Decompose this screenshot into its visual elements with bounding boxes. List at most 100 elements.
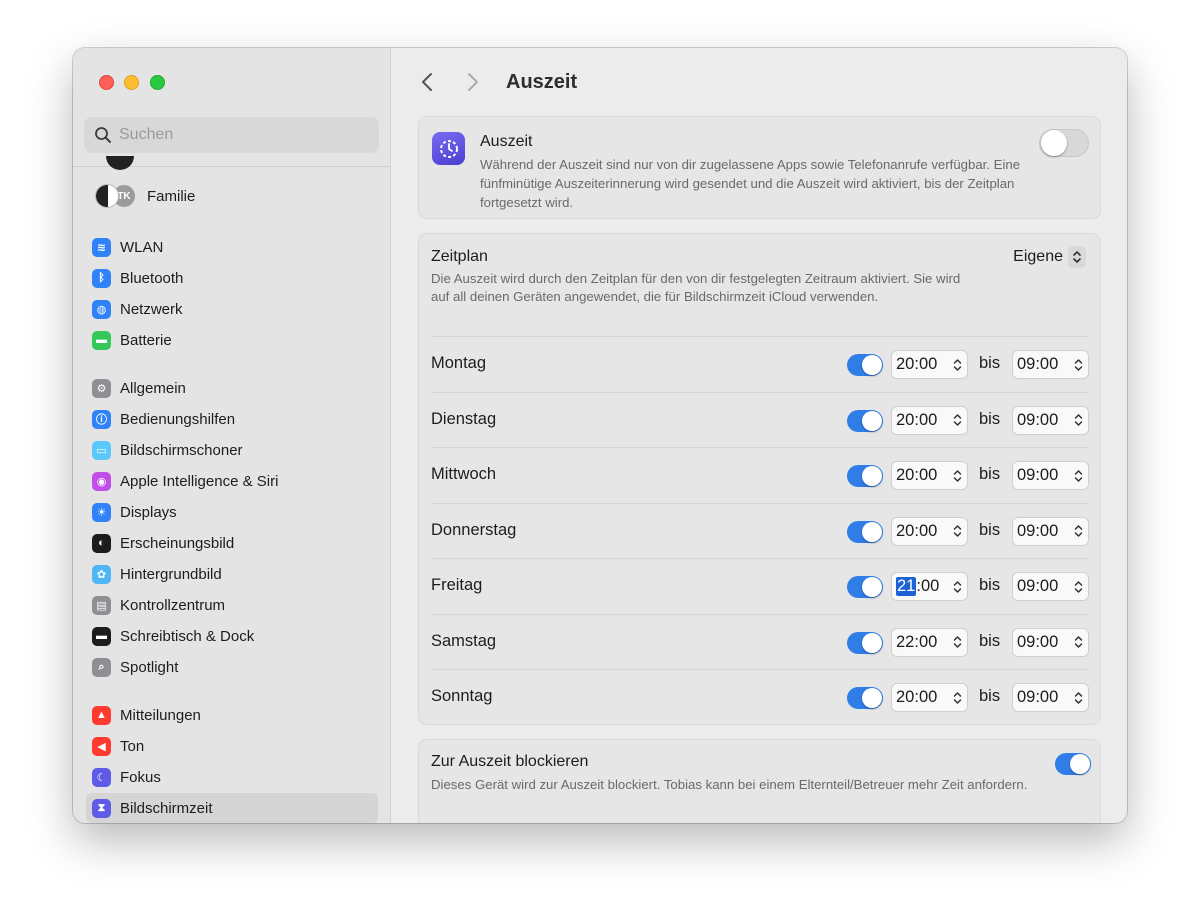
day-label: Samstag xyxy=(431,631,497,650)
end-time-field[interactable]: 09:00 xyxy=(1012,627,1089,657)
sidebar-item-batterie[interactable]: ▬ Batterie xyxy=(86,325,378,355)
time-stepper-icon[interactable] xyxy=(951,688,964,707)
sidebar-item-bildschirmzeit[interactable]: ⧗ Bildschirmzeit xyxy=(86,793,378,823)
sidebar-item-mitteilungen[interactable]: ▲ Mitteilungen xyxy=(86,700,378,730)
end-time-field[interactable]: 09:00 xyxy=(1012,405,1089,435)
forward-button[interactable] xyxy=(462,70,484,94)
time-separator: bis xyxy=(979,520,1001,539)
sidebar-item-spotlight[interactable]: ⌕ Spotlight xyxy=(86,652,378,682)
day-toggle[interactable] xyxy=(847,687,883,709)
sidebar-item-label: Netzwerk xyxy=(120,300,183,318)
time-stepper-icon[interactable] xyxy=(1072,411,1085,430)
time-stepper-icon[interactable] xyxy=(951,466,964,485)
sidebar-item-kontrollzentrum[interactable]: ▤ Kontrollzentrum xyxy=(86,590,378,620)
sidebar-item-fokus[interactable]: ☾ Fokus xyxy=(86,762,378,792)
time-separator: bis xyxy=(979,576,1001,594)
start-time-field[interactable]: 20:00 xyxy=(891,350,968,379)
start-time-field[interactable]: 22:00 xyxy=(891,627,968,657)
end-time-field[interactable]: 09:00 xyxy=(1012,461,1089,490)
end-time-field[interactable]: 09:00 xyxy=(1012,683,1089,712)
time-stepper-icon[interactable] xyxy=(951,522,964,541)
start-minute[interactable]: 00 xyxy=(919,466,937,485)
minimize-window-button[interactable] xyxy=(124,75,139,90)
start-hour[interactable]: 20 xyxy=(896,411,914,430)
time-stepper-icon[interactable] xyxy=(1072,355,1085,374)
sidebar-item-wlan[interactable]: ≋ WLAN xyxy=(86,232,378,262)
bluetooth-icon: ᛒ xyxy=(92,268,111,288)
time-stepper-icon[interactable] xyxy=(951,577,964,596)
start-hour[interactable]: 22 xyxy=(896,633,914,652)
start-hour[interactable]: 20 xyxy=(896,688,914,707)
start-hour[interactable]: 20 xyxy=(896,466,914,485)
sidebar-item-netzwerk[interactable]: ◍ Netzwerk xyxy=(86,294,378,324)
sidebar-item-erscheinungsbild[interactable]: ◐ Erscheinungsbild xyxy=(86,528,378,558)
start-time-field[interactable]: 20:00 xyxy=(891,516,968,546)
start-hour[interactable]: 20 xyxy=(896,355,914,374)
start-minute[interactable]: 00 xyxy=(919,633,937,652)
end-time-field[interactable]: 09:00 xyxy=(1012,350,1089,379)
sidebar-item-hintergrundbild[interactable]: ✿ Hintergrundbild xyxy=(86,559,378,589)
day-toggle[interactable] xyxy=(847,354,883,376)
close-window-button[interactable] xyxy=(99,75,114,90)
start-minute[interactable]: 00 xyxy=(921,577,939,596)
end-time-value: 09:00 xyxy=(1017,632,1059,651)
bell-icon: ▲ xyxy=(92,705,111,725)
start-hour[interactable]: 21 xyxy=(896,577,917,596)
schedule-mode-select[interactable]: Eigene xyxy=(1013,246,1086,268)
sidebar-item-bildschirmschoner[interactable]: ▭ Bildschirmschoner xyxy=(86,435,378,465)
accessibility-icon: ⓘ xyxy=(92,409,111,429)
time-stepper-icon[interactable] xyxy=(951,633,964,652)
start-time-field[interactable]: 20:00 xyxy=(891,461,968,490)
time-stepper-icon[interactable] xyxy=(951,411,964,430)
sidebar-item-displays[interactable]: ☀ Displays xyxy=(86,497,378,527)
block-toggle[interactable] xyxy=(1055,753,1091,775)
start-time-field[interactable]: 21:00 xyxy=(891,572,968,601)
sidebar-item-label: Familie xyxy=(147,187,196,205)
end-time-field[interactable]: 09:00 xyxy=(1012,572,1089,601)
zoom-window-button[interactable] xyxy=(150,75,165,90)
time-stepper-icon[interactable] xyxy=(1072,577,1085,596)
sidebar-item-bedienungshilfen[interactable]: ⓘ Bedienungshilfen xyxy=(86,404,378,434)
sidebar-item-family[interactable]: TK Familie xyxy=(95,182,195,210)
auszeit-toggle[interactable] xyxy=(1039,129,1089,157)
end-time-field[interactable]: 09:00 xyxy=(1012,516,1089,546)
sidebar-item-apple-intelligence-siri[interactable]: ◉ Apple Intelligence & Siri xyxy=(86,466,378,496)
start-minute[interactable]: 00 xyxy=(919,688,937,707)
time-stepper-icon[interactable] xyxy=(1072,522,1085,541)
start-time-field[interactable]: 20:00 xyxy=(891,405,968,435)
day-toggle[interactable] xyxy=(847,409,883,432)
day-label: Dienstag xyxy=(431,409,497,428)
search-field[interactable] xyxy=(84,117,379,153)
sidebar-item-label: Spotlight xyxy=(120,658,179,676)
day-row-samstag: Samstag 22:00 bis 09:00 xyxy=(431,613,1089,669)
day-toggle[interactable] xyxy=(847,520,883,543)
start-hour[interactable]: 20 xyxy=(896,522,914,541)
sidebar-item-bluetooth[interactable]: ᛒ Bluetooth xyxy=(86,263,378,293)
day-toggle[interactable] xyxy=(847,576,883,598)
dock-icon: ▬ xyxy=(92,626,111,646)
sidebar-item-label: WLAN xyxy=(120,238,164,256)
time-stepper-icon[interactable] xyxy=(1072,466,1085,485)
start-time-field[interactable]: 20:00 xyxy=(891,683,968,712)
sidebar-item-ton[interactable]: ◀ Ton xyxy=(86,731,378,761)
start-minute[interactable]: 00 xyxy=(919,411,937,430)
day-toggle[interactable] xyxy=(847,465,883,487)
start-minute[interactable]: 00 xyxy=(919,355,937,374)
back-button[interactable] xyxy=(416,70,438,94)
day-toggle[interactable] xyxy=(847,631,883,654)
sidebar-item-allgemein[interactable]: ⚙ Allgemein xyxy=(86,373,378,403)
block-title: Zur Auszeit blockieren xyxy=(431,753,589,770)
sidebar-item-schreibtisch-dock[interactable]: ▬ Schreibtisch & Dock xyxy=(86,621,378,651)
schedule-mode-value: Eigene xyxy=(1013,248,1063,265)
day-label: Montag xyxy=(431,354,487,372)
page-title: Auszeit xyxy=(506,71,578,93)
time-stepper-icon[interactable] xyxy=(1072,633,1085,652)
time-stepper-icon[interactable] xyxy=(951,355,964,374)
start-minute[interactable]: 00 xyxy=(919,522,937,541)
downtime-icon xyxy=(432,132,465,165)
appearance-icon: ◐ xyxy=(92,533,111,553)
search-input[interactable] xyxy=(119,126,359,144)
time-stepper-icon[interactable] xyxy=(1072,688,1085,707)
sidebar-item-label: Allgemein xyxy=(120,379,186,397)
sidebar-item-label: Fokus xyxy=(120,768,161,786)
